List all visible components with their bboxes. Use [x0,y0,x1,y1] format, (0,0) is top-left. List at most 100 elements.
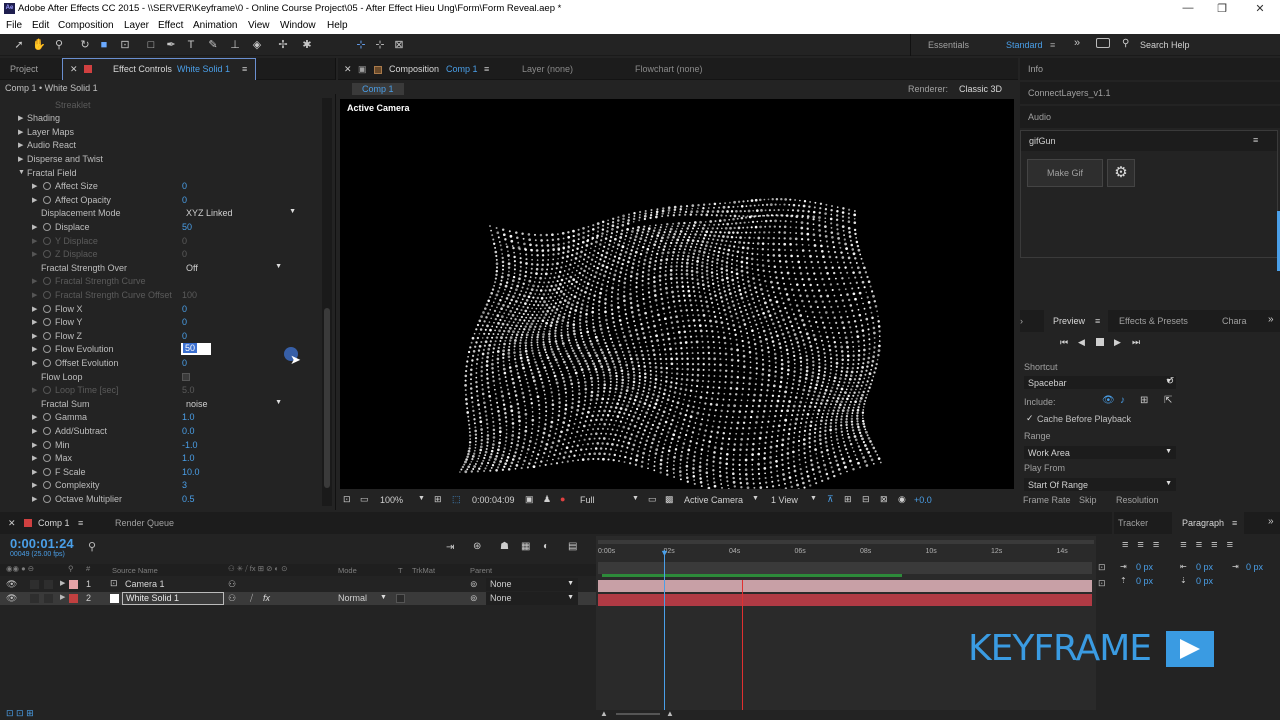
solo-toggle[interactable] [30,580,39,589]
snapshot-icon[interactable]: ▣ [525,494,534,505]
stopwatch-icon[interactable] [43,182,51,191]
alignment-buttons[interactable]: ≡≡≡ ≡≡≡≡ [1122,539,1242,551]
panel-menu-icon[interactable]: ≡ [78,518,83,528]
search-help-input[interactable]: Search Help [1140,40,1190,50]
effect-property-row[interactable]: ▶ Min -1.0 [0,439,330,452]
current-time-indicator[interactable] [664,550,665,720]
workspace-standard[interactable]: Standard [1006,40,1043,50]
audio-panel-header[interactable]: Audio [1020,106,1280,128]
expand-triangle-icon[interactable]: ▶ [32,305,37,313]
camera-view-value[interactable]: Active Camera [684,495,743,505]
resolution-value[interactable]: Full [580,495,595,505]
tab-flowchart[interactable]: Flowchart (none) [635,64,703,74]
draft-3d-icon[interactable]: ⊛ [473,541,481,552]
effect-property-row[interactable]: ▶ Add/Subtract 0.0 [0,425,330,438]
minimize-button[interactable]: — [1178,2,1198,14]
tab-effect-controls[interactable]: Effect Controls [113,64,172,74]
tab-composition[interactable]: Composition [389,64,439,74]
effect-property-row[interactable]: ▶ Y Displace 0 [0,235,330,248]
motion-blur-icon[interactable]: ◐ [543,541,549,552]
roto-brush-tool-icon[interactable]: ✢ [276,38,290,52]
shy-switch-icon[interactable]: ⚇ [228,579,236,590]
graph-editor-icon[interactable]: ▤ [568,541,577,552]
type-tool-icon[interactable]: T [184,38,198,52]
effect-property-row[interactable]: Fractal Strength Over Off ▼ [0,262,330,275]
expand-triangle-icon[interactable]: ▶ [32,332,37,340]
toggle-pixel-aspect-icon[interactable]: ⊼ [827,494,834,505]
preserve-transparency-toggle[interactable] [396,594,405,603]
timeline-icon[interactable]: ⊟ [862,494,870,505]
expand-triangle-icon[interactable]: ▶ [32,237,37,245]
timeline-footer-icons[interactable]: ⊡ ⊡ ⊞ [6,708,34,719]
effect-controls-scrollbar[interactable] [322,98,332,506]
property-value[interactable]: 0 [182,358,187,368]
menu-layer[interactable]: Layer [124,20,149,31]
puppet-pin-tool-icon[interactable]: ✱ [300,38,314,52]
flowchart-icon[interactable]: ⊠ [880,494,888,505]
zoom-dropdown-icon[interactable]: ▼ [418,495,425,502]
menu-view[interactable]: View [248,20,270,31]
time-ruler[interactable]: 0:00s 02s 04s 06s 08s 10s 12s 14s [596,544,1096,558]
effect-property-row[interactable]: ▶ Affect Size 0 [0,180,330,193]
expand-triangle-icon[interactable]: ▶ [32,223,37,231]
expand-triangle-icon[interactable]: ▶ [32,182,37,190]
first-frame-icon[interactable]: ⏮ [1060,337,1068,348]
views-value[interactable]: 1 View [771,495,798,505]
workspace-menu-icon[interactable]: ≡ [1050,40,1055,50]
menu-effect[interactable]: Effect [158,20,183,31]
flow-loop-checkbox[interactable] [182,372,190,381]
stopwatch-icon[interactable] [43,250,51,259]
pick-whip-icon[interactable]: ⊚ [470,579,478,590]
magnification-icon[interactable]: ▭ [360,494,369,505]
composition-viewer[interactable]: Active Camera [340,99,1014,489]
composition-lock-icon[interactable]: ▣ [358,64,367,75]
col-mode[interactable]: Mode [338,566,357,575]
property-value[interactable]: 100 [182,290,197,300]
stopwatch-icon[interactable] [43,386,51,395]
panel-menu-icon[interactable]: ≡ [242,64,247,74]
property-value[interactable]: 1.0 [182,453,195,463]
layer-name[interactable]: White Solid 1 [122,592,224,605]
comp-navigator-chip[interactable]: Comp 1 [352,83,404,95]
property-value[interactable]: 0 [182,304,187,314]
effect-property-row[interactable]: Streaklet [0,99,330,112]
effect-property-row[interactable]: ▶ Flow Y 0 [0,316,330,329]
zoom-slider[interactable] [616,713,660,715]
exposure-value[interactable]: +0.0 [914,495,932,505]
first-line-indent-value[interactable]: 0 px [1246,562,1263,572]
audio-tab[interactable]: Audio [1028,112,1051,122]
world-axis-mode-icon[interactable]: ⊹ [373,38,387,52]
expand-triangle-icon[interactable]: ▶ [32,413,37,421]
property-dropdown[interactable]: Off ▼ [182,263,282,274]
panel-menu-icon[interactable]: ≡ [1253,135,1258,145]
work-area-bar[interactable] [598,562,1092,574]
timeline-zoom-bar[interactable]: ▲ ▲ [596,709,1096,720]
menu-composition[interactable]: Composition [58,20,114,31]
stopwatch-icon[interactable] [43,223,51,231]
effect-property-row[interactable]: ▶ Complexity 3 [0,479,330,492]
transparency-grid-icon[interactable]: ▩ [665,494,674,505]
expand-triangle-icon[interactable]: ▶ [18,114,23,122]
effect-property-row[interactable]: Displacement Mode XYZ Linked ▼ [0,207,330,220]
reset-icon[interactable]: ↺ [1166,376,1174,387]
scrollbar-thumb[interactable] [324,308,330,488]
hand-tool-icon[interactable]: ✋ [32,38,46,52]
effect-property-row[interactable]: ▶ Max 1.0 [0,452,330,465]
view-axis-mode-icon[interactable]: ⊠ [392,38,406,52]
comp-button-icon[interactable]: ⊡ [1098,562,1106,573]
include-video-icon[interactable]: 👁 [1102,395,1115,406]
info-panel-header[interactable]: Info [1020,58,1280,80]
clone-stamp-tool-icon[interactable]: ⊥ [228,38,242,52]
lock-icon[interactable] [84,65,92,73]
connect-layers-tab[interactable]: ConnectLayers_v1.1 [1028,88,1111,98]
expand-triangle-icon[interactable]: ▶ [32,386,37,394]
range-dropdown[interactable]: Work Area ▼ [1024,446,1176,459]
camera-view-dropdown-icon[interactable]: ▼ [752,495,759,502]
pick-whip-icon[interactable]: ⊚ [470,593,478,604]
expand-triangle-icon[interactable]: ▶ [18,155,23,163]
zoom-out-icon[interactable]: ▲ [600,709,608,718]
frame-blending-icon[interactable]: ▦ [521,541,530,552]
panel-menu-icon[interactable]: ≡ [484,64,489,74]
stopwatch-icon[interactable] [43,195,51,204]
property-value[interactable]: 0 [182,249,187,259]
